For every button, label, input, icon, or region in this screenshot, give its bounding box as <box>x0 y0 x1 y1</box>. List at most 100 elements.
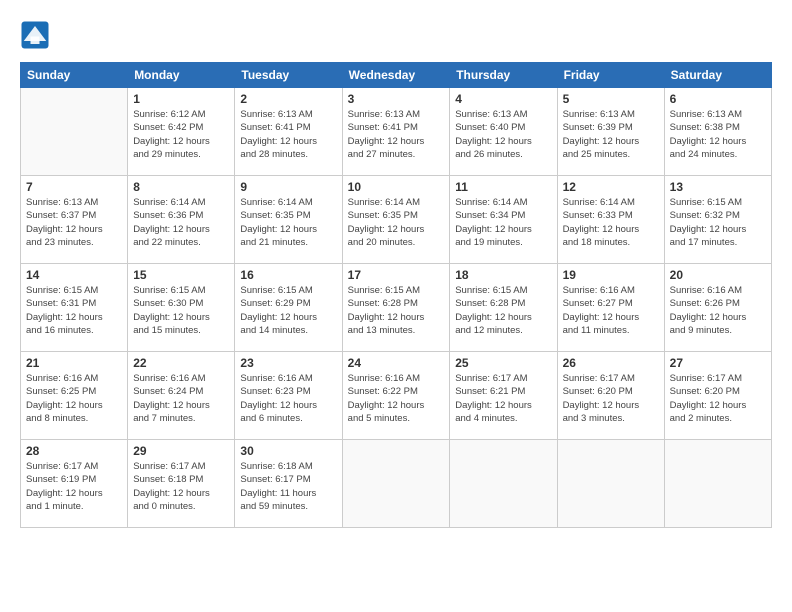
calendar-cell <box>450 440 557 528</box>
calendar-cell: 26 Sunrise: 6:17 AMSunset: 6:20 PMDayligh… <box>557 352 664 440</box>
day-info: Sunrise: 6:15 AMSunset: 6:28 PMDaylight:… <box>455 284 551 337</box>
calendar-cell: 20 Sunrise: 6:16 AMSunset: 6:26 PMDayligh… <box>664 264 771 352</box>
day-number: 21 <box>26 356 122 370</box>
logo-icon <box>20 20 50 50</box>
day-number: 16 <box>240 268 336 282</box>
calendar-cell: 13Sunrise: 6:15 AMSunset: 6:32 PMDayligh… <box>664 176 771 264</box>
calendar-header-row: SundayMondayTuesdayWednesdayThursdayFrid… <box>21 63 772 88</box>
day-number: 3 <box>348 92 445 106</box>
day-number: 12 <box>563 180 659 194</box>
week-row-3: 14 Sunrise: 6:15 AMSunset: 6:31 PMDayligh… <box>21 264 772 352</box>
day-info: Sunrise: 6:16 AMSunset: 6:26 PMDaylight:… <box>670 284 766 337</box>
day-info: Sunrise: 6:14 AMSunset: 6:33 PMDaylight:… <box>563 196 659 249</box>
day-number: 15 <box>133 268 229 282</box>
day-info: Sunrise: 6:16 AMSunset: 6:25 PMDaylight:… <box>26 372 122 425</box>
day-number: 1 <box>133 92 229 106</box>
calendar-cell: 17 Sunrise: 6:15 AMSunset: 6:28 PMDayligh… <box>342 264 450 352</box>
day-number: 13 <box>670 180 766 194</box>
day-number: 6 <box>670 92 766 106</box>
calendar-cell: 22 Sunrise: 6:16 AMSunset: 6:24 PMDayligh… <box>128 352 235 440</box>
day-number: 8 <box>133 180 229 194</box>
day-info: Sunrise: 6:13 AMSunset: 6:38 PMDaylight:… <box>670 108 766 161</box>
calendar: SundayMondayTuesdayWednesdayThursdayFrid… <box>20 62 772 528</box>
calendar-cell: 9 Sunrise: 6:14 AMSunset: 6:35 PMDaylight… <box>235 176 342 264</box>
day-header-thursday: Thursday <box>450 63 557 88</box>
day-number: 28 <box>26 444 122 458</box>
day-number: 20 <box>670 268 766 282</box>
day-info: Sunrise: 6:17 AMSunset: 6:18 PMDaylight:… <box>133 460 229 513</box>
day-info: Sunrise: 6:16 AMSunset: 6:27 PMDaylight:… <box>563 284 659 337</box>
day-header-tuesday: Tuesday <box>235 63 342 88</box>
day-info: Sunrise: 6:13 AMSunset: 6:41 PMDaylight:… <box>240 108 336 161</box>
day-number: 5 <box>563 92 659 106</box>
calendar-cell: 16 Sunrise: 6:15 AMSunset: 6:29 PMDayligh… <box>235 264 342 352</box>
day-info: Sunrise: 6:13 AMSunset: 6:39 PMDaylight:… <box>563 108 659 161</box>
day-number: 27 <box>670 356 766 370</box>
day-number: 26 <box>563 356 659 370</box>
week-row-1: 1 Sunrise: 6:12 AMSunset: 6:42 PMDaylight… <box>21 88 772 176</box>
day-header-sunday: Sunday <box>21 63 128 88</box>
calendar-cell: 12 Sunrise: 6:14 AMSunset: 6:33 PMDayligh… <box>557 176 664 264</box>
day-number: 10 <box>348 180 445 194</box>
day-info: Sunrise: 6:18 AMSunset: 6:17 PMDaylight:… <box>240 460 336 513</box>
calendar-cell: 21 Sunrise: 6:16 AMSunset: 6:25 PMDayligh… <box>21 352 128 440</box>
day-info: Sunrise: 6:14 AMSunset: 6:34 PMDaylight:… <box>455 196 551 249</box>
calendar-cell: 6 Sunrise: 6:13 AMSunset: 6:38 PMDaylight… <box>664 88 771 176</box>
day-info: Sunrise: 6:15 AMSunset: 6:28 PMDaylight:… <box>348 284 445 337</box>
calendar-cell: 10 Sunrise: 6:14 AMSunset: 6:35 PMDayligh… <box>342 176 450 264</box>
calendar-cell: 25Sunrise: 6:17 AMSunset: 6:21 PMDayligh… <box>450 352 557 440</box>
calendar-cell: 19 Sunrise: 6:16 AMSunset: 6:27 PMDayligh… <box>557 264 664 352</box>
day-info: Sunrise: 6:17 AMSunset: 6:21 PMDaylight:… <box>455 372 551 425</box>
calendar-cell <box>342 440 450 528</box>
calendar-cell: 23 Sunrise: 6:16 AMSunset: 6:23 PMDayligh… <box>235 352 342 440</box>
day-number: 17 <box>348 268 445 282</box>
day-number: 30 <box>240 444 336 458</box>
logo <box>20 20 54 50</box>
calendar-cell: 14 Sunrise: 6:15 AMSunset: 6:31 PMDayligh… <box>21 264 128 352</box>
calendar-cell: 2 Sunrise: 6:13 AMSunset: 6:41 PMDaylight… <box>235 88 342 176</box>
day-info: Sunrise: 6:16 AMSunset: 6:22 PMDaylight:… <box>348 372 445 425</box>
day-info: Sunrise: 6:15 AMSunset: 6:31 PMDaylight:… <box>26 284 122 337</box>
day-info: Sunrise: 6:16 AMSunset: 6:24 PMDaylight:… <box>133 372 229 425</box>
calendar-cell: 11Sunrise: 6:14 AMSunset: 6:34 PMDayligh… <box>450 176 557 264</box>
day-number: 9 <box>240 180 336 194</box>
day-number: 22 <box>133 356 229 370</box>
day-info: Sunrise: 6:14 AMSunset: 6:35 PMDaylight:… <box>240 196 336 249</box>
calendar-cell: 4 Sunrise: 6:13 AMSunset: 6:40 PMDaylight… <box>450 88 557 176</box>
week-row-5: 28 Sunrise: 6:17 AMSunset: 6:19 PMDayligh… <box>21 440 772 528</box>
calendar-cell: 30 Sunrise: 6:18 AMSunset: 6:17 PMDayligh… <box>235 440 342 528</box>
day-number: 19 <box>563 268 659 282</box>
day-info: Sunrise: 6:13 AMSunset: 6:37 PMDaylight:… <box>26 196 122 249</box>
calendar-cell: 28 Sunrise: 6:17 AMSunset: 6:19 PMDayligh… <box>21 440 128 528</box>
day-info: Sunrise: 6:12 AMSunset: 6:42 PMDaylight:… <box>133 108 229 161</box>
day-number: 23 <box>240 356 336 370</box>
calendar-cell <box>664 440 771 528</box>
day-info: Sunrise: 6:14 AMSunset: 6:35 PMDaylight:… <box>348 196 445 249</box>
day-number: 24 <box>348 356 445 370</box>
calendar-cell: 24 Sunrise: 6:16 AMSunset: 6:22 PMDayligh… <box>342 352 450 440</box>
day-info: Sunrise: 6:17 AMSunset: 6:20 PMDaylight:… <box>563 372 659 425</box>
day-number: 18 <box>455 268 551 282</box>
calendar-cell: 27 Sunrise: 6:17 AMSunset: 6:20 PMDayligh… <box>664 352 771 440</box>
calendar-cell <box>21 88 128 176</box>
calendar-cell: 29 Sunrise: 6:17 AMSunset: 6:18 PMDayligh… <box>128 440 235 528</box>
calendar-cell: 3Sunrise: 6:13 AMSunset: 6:41 PMDaylight… <box>342 88 450 176</box>
day-info: Sunrise: 6:17 AMSunset: 6:19 PMDaylight:… <box>26 460 122 513</box>
day-number: 14 <box>26 268 122 282</box>
calendar-cell: 7Sunrise: 6:13 AMSunset: 6:37 PMDaylight… <box>21 176 128 264</box>
calendar-cell: 18 Sunrise: 6:15 AMSunset: 6:28 PMDayligh… <box>450 264 557 352</box>
day-info: Sunrise: 6:15 AMSunset: 6:29 PMDaylight:… <box>240 284 336 337</box>
day-number: 4 <box>455 92 551 106</box>
day-number: 29 <box>133 444 229 458</box>
calendar-cell <box>557 440 664 528</box>
day-info: Sunrise: 6:13 AMSunset: 6:40 PMDaylight:… <box>455 108 551 161</box>
day-info: Sunrise: 6:15 AMSunset: 6:30 PMDaylight:… <box>133 284 229 337</box>
week-row-2: 7Sunrise: 6:13 AMSunset: 6:37 PMDaylight… <box>21 176 772 264</box>
day-info: Sunrise: 6:17 AMSunset: 6:20 PMDaylight:… <box>670 372 766 425</box>
day-header-friday: Friday <box>557 63 664 88</box>
day-info: Sunrise: 6:16 AMSunset: 6:23 PMDaylight:… <box>240 372 336 425</box>
calendar-cell: 1 Sunrise: 6:12 AMSunset: 6:42 PMDaylight… <box>128 88 235 176</box>
day-number: 2 <box>240 92 336 106</box>
calendar-cell: 15 Sunrise: 6:15 AMSunset: 6:30 PMDayligh… <box>128 264 235 352</box>
page: SundayMondayTuesdayWednesdayThursdayFrid… <box>0 0 792 612</box>
